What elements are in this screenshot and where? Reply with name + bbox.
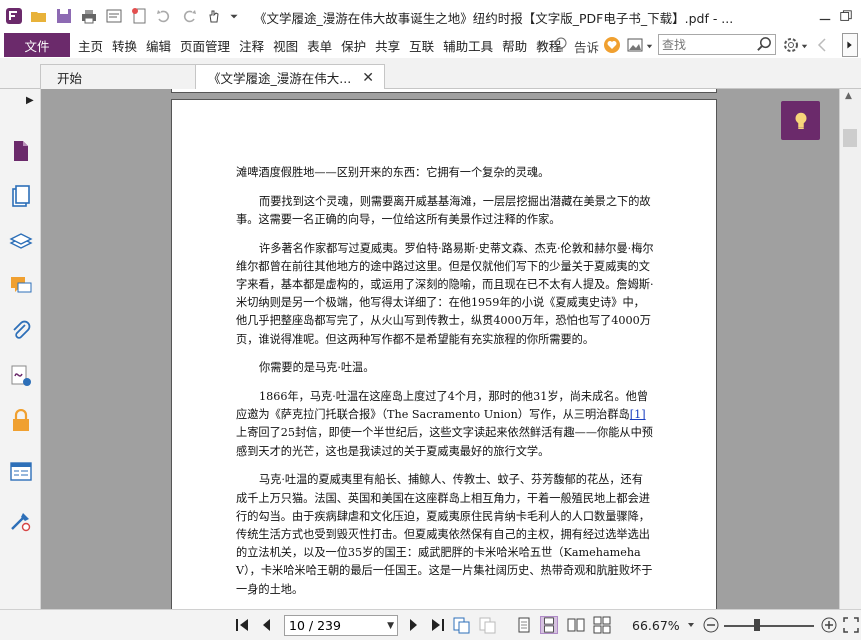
zoom-in-icon[interactable] (820, 616, 838, 634)
scroll-thumb[interactable] (843, 129, 857, 147)
hand-tool-icon[interactable] (203, 5, 225, 27)
zoom-slider-track[interactable] (724, 625, 814, 627)
menu-organize[interactable]: 页面管理 (177, 36, 233, 55)
zoom-slider-thumb[interactable] (754, 619, 760, 631)
redo-icon[interactable] (178, 5, 200, 27)
search-box[interactable] (658, 34, 776, 55)
ribbon-right-arrow-button[interactable] (842, 33, 858, 57)
undo-icon[interactable] (153, 5, 175, 27)
menu-share[interactable]: 共享 (372, 36, 403, 55)
lock-icon[interactable] (9, 409, 33, 433)
paragraph-5: 1866年，马克·吐温在这座岛上度过了4个月，那时的他31岁，尚未成名。他曾应邀… (236, 388, 654, 461)
paragraph-6: 马克·吐温的夏威夷里有船长、捕鲸人、传教士、蚊子、芬芳馥郁的花丛，还有成千上万只… (236, 473, 653, 596)
continuous-facing-view-icon[interactable] (593, 616, 611, 634)
scroll-up-icon[interactable]: ▲ (845, 91, 852, 101)
image-icon[interactable] (626, 36, 644, 54)
title-bar: 《文学履途_漫游在伟大故事诞生之地》纽约时报【文字版_PDF电子书_下载】.pd… (0, 0, 861, 32)
tips-lightbulb-button[interactable] (781, 101, 820, 140)
settings-dropdown-icon[interactable] (800, 40, 809, 49)
previous-page-icon[interactable] (258, 616, 276, 634)
foxit-reader-window: 《文学履途_漫游在伟大故事诞生之地》纽约时报【文字版_PDF电子书_下载】.pd… (0, 0, 861, 640)
paragraph-2: 而要找到这个灵魂，则需要离开威基基海滩，一层层挖掘出潜藏在美景之下的故事。这需要… (236, 194, 651, 226)
menu-form[interactable]: 表单 (304, 36, 335, 55)
form-fields-icon[interactable] (9, 459, 33, 483)
vertical-scrollbar[interactable]: ▲ (839, 89, 861, 609)
sidebar-expand-icon[interactable]: ▶ (26, 95, 34, 106)
ribbon-menu-bar: 文件 主页 转换 编辑 页面管理 注释 视图 表单 保护 共享 互联 辅助工具 … (0, 32, 861, 58)
ribbon-left-arrow-icon[interactable] (816, 37, 828, 53)
menu-home[interactable]: 主页 (75, 36, 106, 55)
customize-dropdown-icon[interactable] (228, 5, 240, 27)
gear-icon[interactable] (782, 36, 800, 54)
tab-start[interactable]: 开始 (40, 64, 200, 90)
tab-document-label: 《文学履途_漫游在伟大... (208, 70, 352, 86)
document-tab-bar: 开始 《文学履途_漫游在伟大... ✕ (0, 58, 861, 90)
fullscreen-icon[interactable] (842, 616, 860, 634)
menu-connect[interactable]: 互联 (406, 36, 437, 55)
previous-page-edge (171, 89, 717, 93)
page-number-box[interactable]: ▼ (284, 615, 398, 636)
properties-icon[interactable] (103, 5, 125, 27)
close-tab-icon[interactable]: ✕ (362, 70, 374, 86)
paragraph-1: 滩啤酒度假胜地——区别开来的东西：它拥有一个复杂的灵魂。 (236, 166, 550, 179)
new-doc-icon[interactable] (128, 5, 150, 27)
image-dropdown-icon[interactable] (645, 40, 654, 49)
lightbulb-icon[interactable] (552, 36, 570, 54)
zoom-out-icon[interactable] (702, 616, 720, 634)
search-input[interactable] (659, 35, 755, 54)
last-page-icon[interactable] (428, 616, 446, 634)
open-folder-icon[interactable] (28, 5, 50, 27)
navigation-sidebar: ▶ (0, 89, 41, 640)
zoom-dropdown-icon[interactable] (686, 616, 696, 634)
heart-icon[interactable] (603, 36, 621, 54)
footnote-link[interactable]: [1] (630, 408, 646, 421)
app-logo-icon[interactable] (3, 5, 25, 27)
tools-icon[interactable] (9, 509, 33, 533)
pages-panel-icon[interactable] (9, 184, 33, 208)
page-dropdown-icon[interactable]: ▼ (387, 621, 394, 631)
menu-items: 主页 转换 编辑 页面管理 注释 视图 表单 保护 共享 互联 辅助工具 帮助 … (72, 36, 564, 55)
paragraph-5-text: 1866年，马克·吐温在这座岛上度过了4个月，那时的他31岁，尚未成名。他曾应邀… (236, 390, 649, 422)
page-number-input[interactable] (285, 616, 375, 635)
page-text: 滩啤酒度假胜地——区别开来的东西：它拥有一个复杂的灵魂。 而要找到这个灵魂，则需… (236, 164, 654, 609)
tell-me-label[interactable]: 告诉 (574, 37, 599, 56)
next-page-icon[interactable] (404, 616, 422, 634)
single-page-view-icon[interactable] (515, 616, 533, 634)
paragraph-3: 许多著名作家都写过夏威夷。罗伯特·路易斯·史蒂文森、杰克·伦敦和赫尔曼·梅尔维尔… (236, 241, 654, 346)
status-bar: ▼ 66.67% (0, 609, 861, 640)
comments-icon[interactable] (9, 274, 33, 298)
page-thumbnail-icon[interactable] (9, 139, 33, 163)
menu-edit[interactable]: 编辑 (143, 36, 174, 55)
save-icon[interactable] (53, 5, 75, 27)
menu-help[interactable]: 帮助 (499, 36, 530, 55)
pdf-page: 滩啤酒度假胜地——区别开来的东西：它拥有一个复杂的灵魂。 而要找到这个灵魂，则需… (171, 99, 717, 609)
next-view-icon[interactable] (478, 616, 496, 634)
file-menu-button[interactable]: 文件 (4, 33, 70, 57)
menu-accessibility[interactable]: 辅助工具 (440, 36, 496, 55)
paragraph-4: 你需要的是马克·吐温。 (259, 361, 375, 375)
menu-convert[interactable]: 转换 (109, 36, 140, 55)
minimize-button[interactable] (815, 6, 835, 26)
print-icon[interactable] (78, 5, 100, 27)
tab-start-label: 开始 (57, 71, 83, 86)
menu-protect[interactable]: 保护 (338, 36, 369, 55)
document-workspace: 滩啤酒度假胜地——区别开来的东西：它拥有一个复杂的灵魂。 而要找到这个灵魂，则需… (41, 89, 839, 609)
attachment-icon[interactable] (9, 319, 33, 343)
first-page-icon[interactable] (234, 616, 252, 634)
previous-view-icon[interactable] (452, 616, 470, 634)
tab-document[interactable]: 《文学履途_漫游在伟大... ✕ (195, 64, 385, 90)
lightbulb-icon (795, 112, 806, 129)
zoom-level[interactable]: 66.67% (632, 618, 680, 633)
layers-icon[interactable] (9, 229, 33, 253)
search-icon[interactable] (756, 36, 773, 53)
paragraph-5-continued: 上寄回了25封信，即使一个半世纪后，这些文字读起来依然鲜活有趣——你能从中预感到… (236, 426, 653, 458)
signature-icon[interactable] (9, 364, 33, 388)
continuous-view-icon[interactable] (540, 616, 558, 634)
facing-view-icon[interactable] (567, 616, 585, 634)
menu-view[interactable]: 视图 (270, 36, 301, 55)
window-title: 《文学履途_漫游在伟大故事诞生之地》纽约时报【文字版_PDF电子书_下载】.pd… (254, 11, 734, 26)
restore-button[interactable] (836, 6, 856, 26)
menu-comment[interactable]: 注释 (236, 36, 267, 55)
